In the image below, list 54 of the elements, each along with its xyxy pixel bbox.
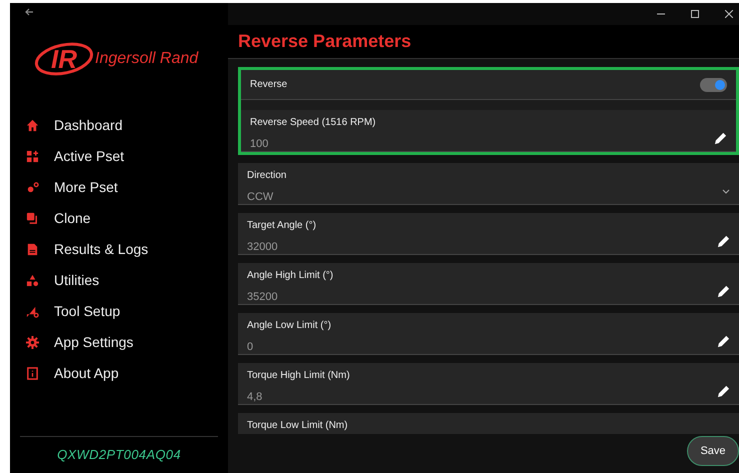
toggle-switch[interactable]	[700, 78, 727, 92]
edit-pencil-icon[interactable]	[714, 132, 727, 145]
edit-pencil-icon[interactable]	[717, 385, 730, 398]
back-arrow-icon[interactable]	[24, 7, 34, 17]
input-field[interactable]: Reverse Speed (1516 RPM) 100	[241, 110, 736, 152]
menu-item[interactable]: App Settings	[10, 327, 228, 358]
document-icon	[26, 243, 39, 256]
page-title: Reverse Parameters	[238, 30, 412, 53]
save-button[interactable]: Save	[687, 436, 739, 466]
chevron-down-icon[interactable]	[722, 189, 730, 194]
input-field[interactable]: Angle High Limit (°) 35200	[238, 263, 739, 305]
maximize-icon[interactable]	[691, 10, 699, 18]
edit-pencil-icon[interactable]	[717, 235, 730, 248]
input-field[interactable]: Torque High Limit (Nm) 4,8	[238, 363, 739, 405]
tool-icon	[26, 305, 39, 318]
input-field[interactable]: Angle Low Limit (°) 0	[238, 313, 739, 355]
menu-item[interactable]: Clone	[10, 203, 228, 234]
edit-pencil-icon[interactable]	[717, 285, 730, 298]
field-value: 35200	[247, 290, 279, 305]
close-icon[interactable]	[725, 10, 733, 18]
menu-item[interactable]: Utilities	[10, 265, 228, 296]
menu-item[interactable]: Dashboard	[10, 110, 228, 141]
field-label: Angle Low Limit (°)	[247, 319, 332, 333]
field-label: Direction	[247, 169, 286, 183]
menu-item[interactable]: About App	[10, 358, 228, 389]
menu-item[interactable]: More Pset	[10, 172, 228, 203]
brand-name: Ingersoll Rand	[95, 49, 198, 69]
field-label: Torque High Limit (Nm)	[247, 369, 350, 383]
menu-item[interactable]: Results & Logs	[10, 234, 228, 265]
input-field[interactable]: Target Angle (°) 32000	[238, 213, 739, 255]
grid-icon	[26, 150, 39, 163]
settings-icon	[26, 336, 39, 349]
device-serial: QXWD2PT004AQ04	[57, 446, 181, 464]
field-value: 32000	[247, 240, 279, 255]
field-label: Angle High Limit (°)	[247, 269, 334, 283]
info-icon	[26, 367, 39, 380]
dropdown-field[interactable]: Direction CCW	[238, 163, 739, 205]
shapes-icon	[26, 274, 39, 287]
menu-item[interactable]: Tool Setup	[10, 296, 228, 327]
logo-mark: IR	[34, 42, 94, 76]
copy-icon	[26, 212, 39, 225]
field-value: CCW	[247, 190, 274, 205]
field-label: Target Angle (°)	[247, 219, 316, 233]
field-label: Reverse Speed (1516 RPM)	[250, 116, 376, 130]
edit-pencil-icon[interactable]	[717, 335, 730, 348]
field-value: 4,8	[247, 390, 264, 405]
field-label: Torque Low Limit (Nm)	[247, 419, 348, 433]
gears-icon	[26, 181, 39, 194]
menu-item[interactable]: Active Pset	[10, 141, 228, 172]
field-value: 0	[247, 340, 254, 355]
input-field[interactable]: Torque Low Limit (Nm)	[238, 413, 739, 434]
home-icon	[26, 119, 39, 132]
field-value: 100	[250, 137, 270, 152]
field-label: Reverse	[250, 78, 288, 92]
